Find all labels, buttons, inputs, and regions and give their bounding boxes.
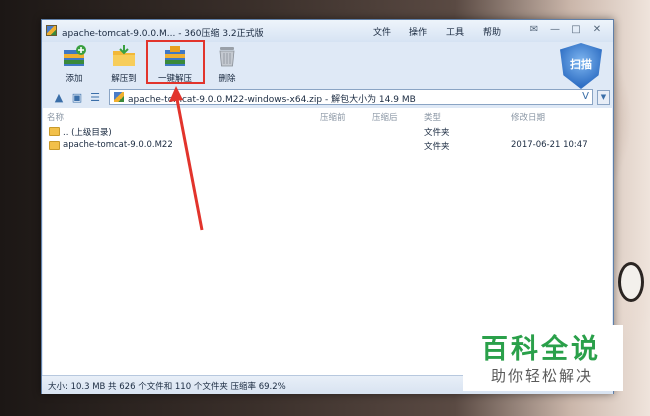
brand-watermark: 百科全说 助你轻松解决 <box>463 325 623 391</box>
brand-slogan: 助你轻松解决 <box>491 367 594 385</box>
brand-title: 百科全说 <box>481 334 601 365</box>
